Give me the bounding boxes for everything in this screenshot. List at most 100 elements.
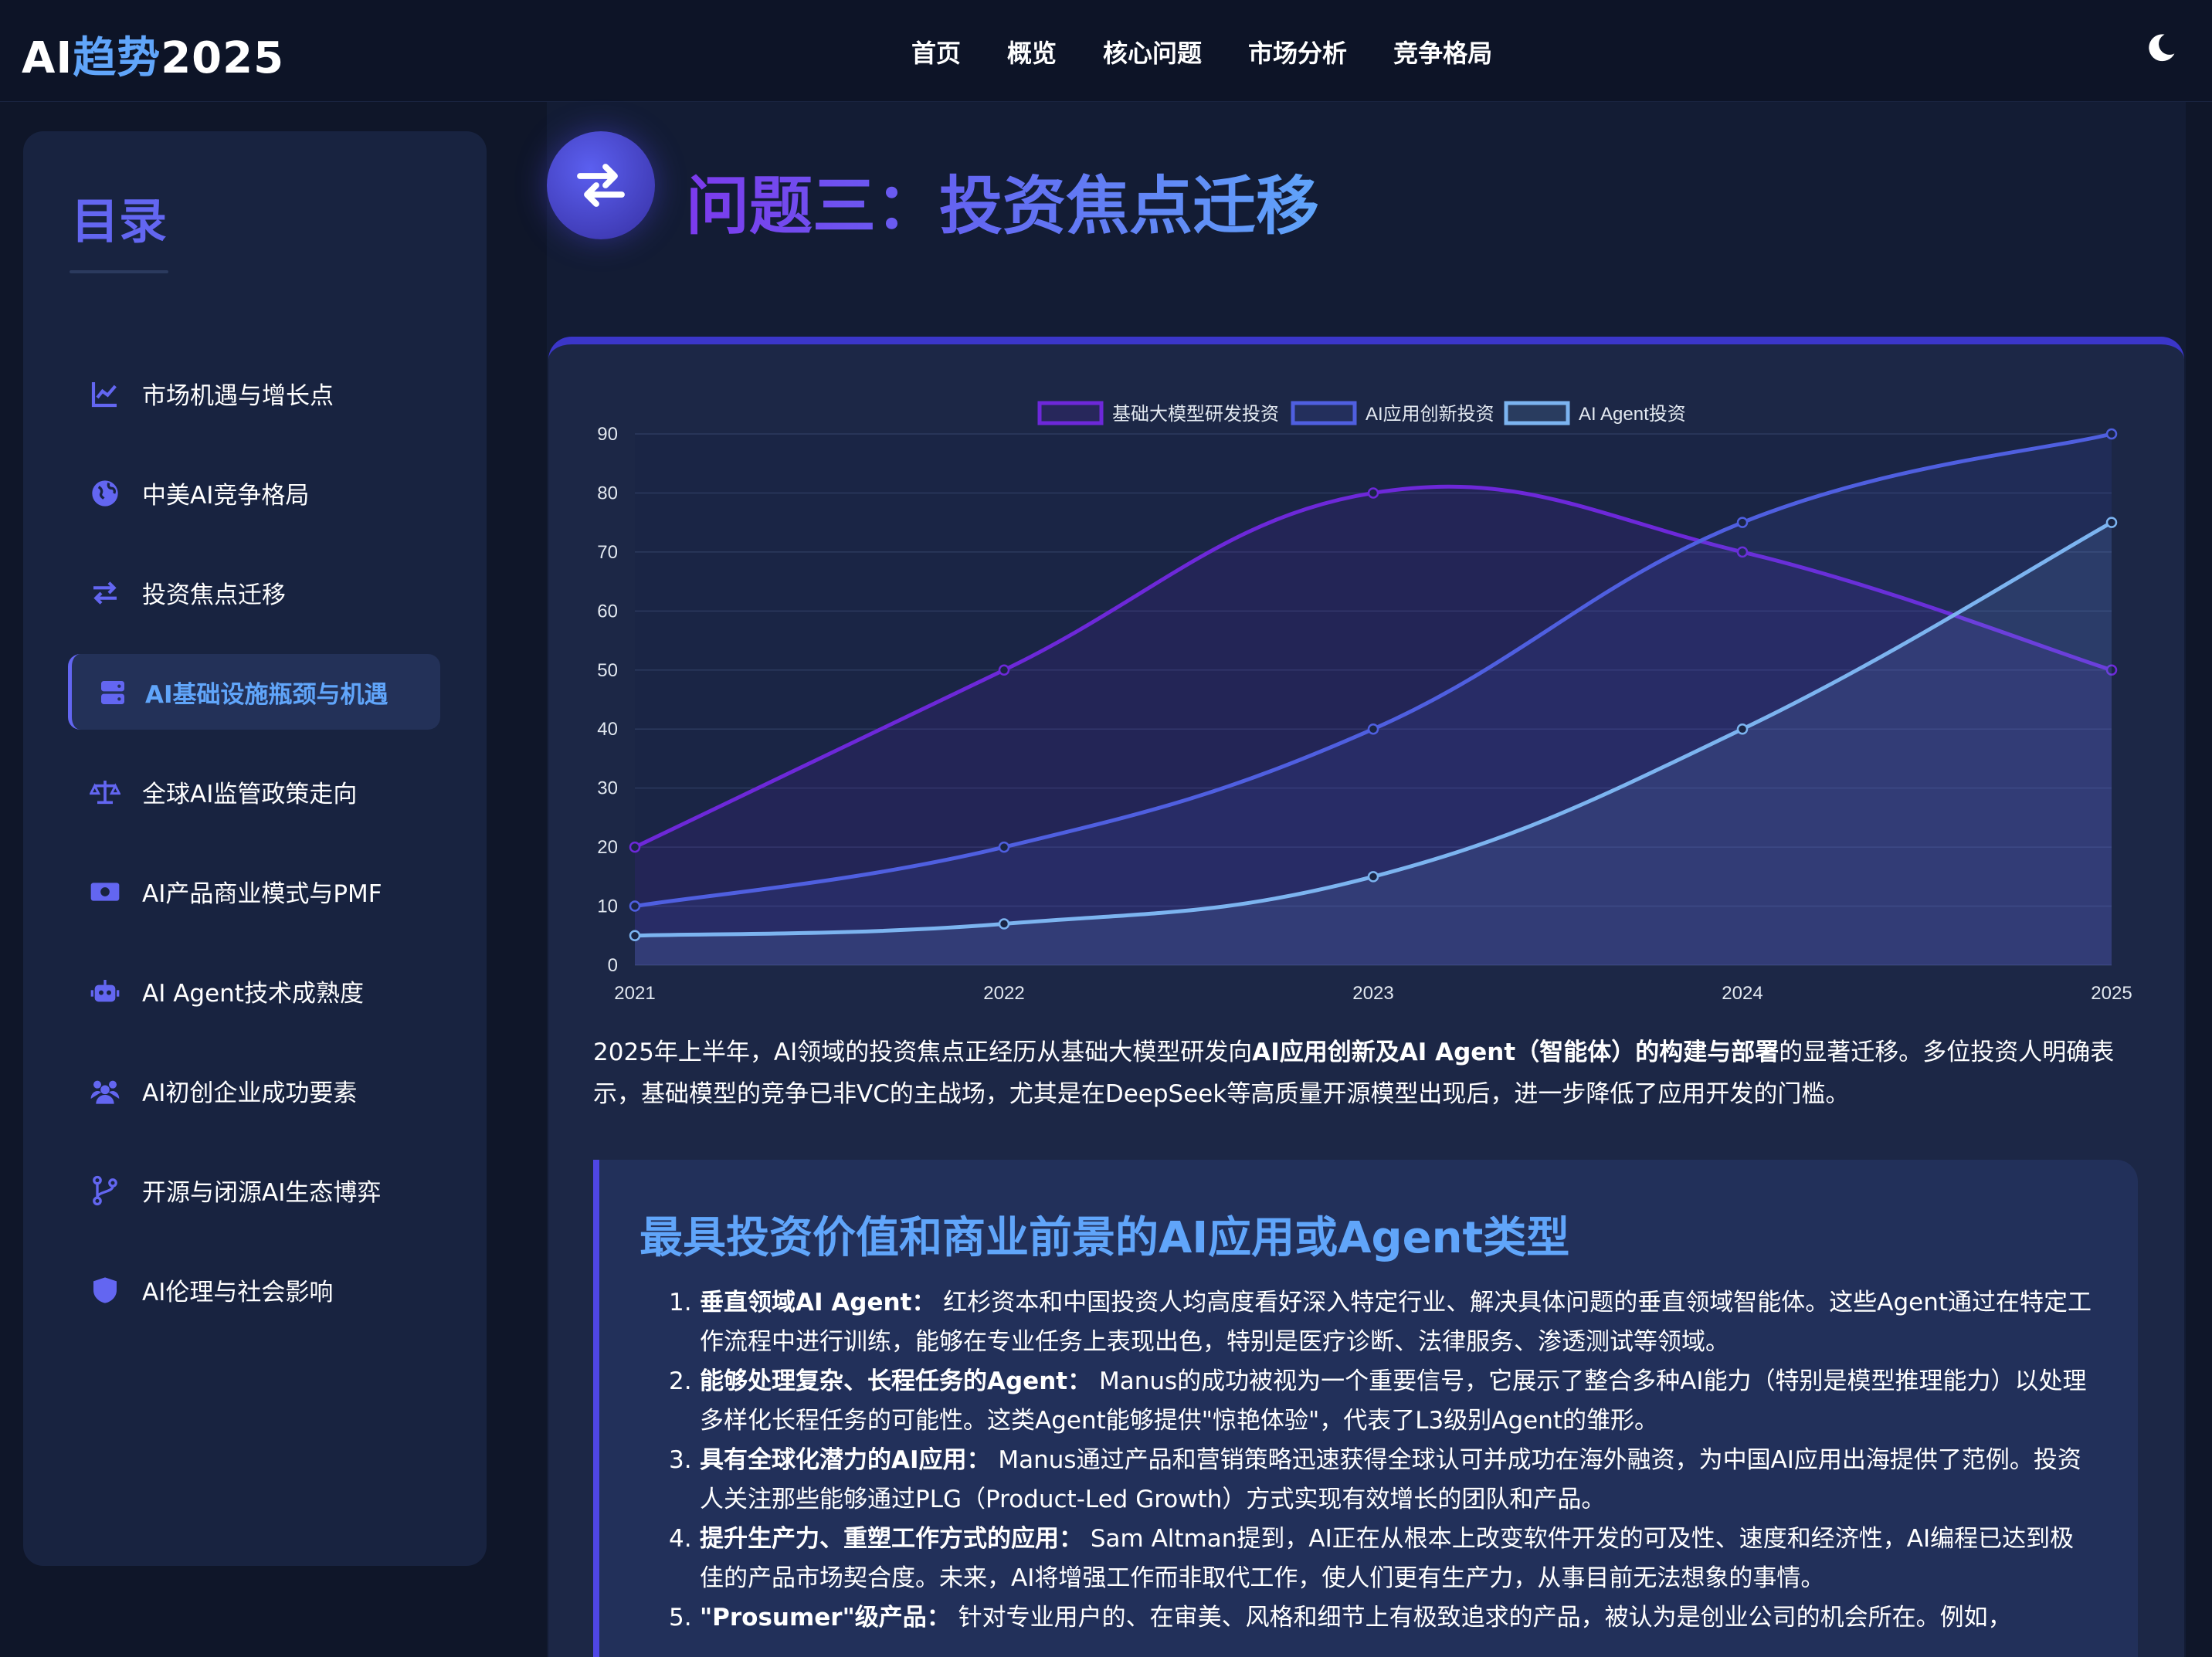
y-tick-label: 40 (597, 719, 618, 740)
y-tick-label: 60 (597, 601, 618, 622)
content-card: 0 10 20 30 40 50 60 70 80 90 2021 2022 2023 2024 2025 基… (548, 337, 2184, 1657)
exchange-icon (93, 581, 117, 605)
legend-swatch (1504, 401, 1570, 425)
moon-icon[interactable] (2144, 31, 2178, 65)
y-tick-label: 0 (608, 955, 618, 976)
intro-text-bold: AI应用创新及AI Agent（智能体）的构建与部署 (1252, 1039, 1779, 1066)
data-point (2105, 517, 2118, 528)
y-tick-label: 70 (597, 542, 618, 563)
toc-item-label: 中美AI竞争格局 (142, 481, 310, 510)
toc-item-regulation[interactable]: 全球AI监管政策走向 (68, 754, 462, 829)
x-tick-label: 2024 (1722, 983, 1762, 1004)
server-icon (101, 681, 124, 704)
globe-icon (92, 480, 118, 507)
data-point (1367, 723, 1379, 735)
data-point (629, 841, 641, 853)
toc-divider (70, 270, 168, 273)
data-point (629, 930, 641, 942)
data-point (998, 918, 1010, 930)
section-icon-badge (547, 131, 655, 239)
list-item-number: 1. (669, 1289, 692, 1316)
users-icon (90, 1080, 120, 1104)
toc-item-label: 开源与闭源AI生态博弈 (142, 1178, 382, 1207)
toc-item-open-closed[interactable]: 开源与闭源AI生态博弈 (68, 1152, 462, 1228)
list-item-number: 3. (669, 1446, 692, 1474)
toc-list: 市场机遇与增长点 中美AI竞争格局 投资焦点迁移 AI基础设施瓶颈与机遇 全球A… (68, 355, 462, 1351)
logo-prefix: AI (22, 33, 73, 83)
logo-suffix: 2025 (161, 33, 285, 83)
toc-item-us-china[interactable]: 中美AI竞争格局 (68, 455, 462, 530)
nav-core-issues[interactable]: 核心问题 (1103, 34, 1202, 69)
list-item-heading: "Prosumer"级产品： (700, 1604, 951, 1632)
investment-line-chart: 0 10 20 30 40 50 60 70 80 90 2021 2022 2023 2024 2025 基… (597, 401, 2132, 1004)
list-item: 5. "Prosumer"级产品： 针对专业用户的、在审美、风格和细节上有极致追求… (669, 1598, 2098, 1638)
code-branch-icon (93, 1175, 117, 1206)
x-tick-label: 2022 (983, 983, 1024, 1004)
nav-home[interactable]: 首页 (911, 34, 961, 69)
toc-item-label: 投资焦点迁移 (142, 581, 286, 609)
shield-icon (93, 1277, 117, 1303)
toc-item-label: 全球AI监管政策走向 (142, 780, 358, 808)
x-tick-label: 2023 (1352, 983, 1393, 1004)
nav-market-analysis[interactable]: 市场分析 (1248, 34, 1347, 69)
data-point (998, 841, 1010, 853)
toc-item-label: AI基础设施瓶颈与机遇 (145, 680, 388, 709)
x-tick-label: 2021 (614, 983, 655, 1004)
intro-text-1: 2025年上半年，AI领域的投资焦点正经历从基础大模型研发向 (593, 1039, 1253, 1066)
intro-paragraph: 2025年上半年，AI领域的投资焦点正经历从基础大模型研发向AI应用创新及AI … (593, 1032, 2138, 1115)
list-item: 2. 能够处理复杂、长程任务的Agent： Manus的成功被视为一个重要信号，它… (669, 1362, 2098, 1441)
data-point (2105, 428, 2118, 440)
toc-sidebar: 目录 市场机遇与增长点 中美AI竞争格局 投资焦点迁移 AI基础设施瓶颈与机遇 … (23, 131, 487, 1566)
legend-swatch (1037, 401, 1104, 425)
y-tick-label: 50 (597, 660, 618, 681)
logo-accent: 趋势 (73, 33, 161, 83)
list-item-heading: 具有全球化潜力的AI应用： (700, 1446, 991, 1474)
list-item: 4. 提升生产力、重塑工作方式的应用： Sam Altman提到，AI正在从根本上… (669, 1520, 2098, 1598)
y-tick-label: 80 (597, 483, 618, 503)
data-point (998, 664, 1010, 676)
callout-list: 1. 垂直领域AI Agent： 红杉资本和中国投资人均高度看好深入特定行业、解决… (669, 1283, 2098, 1638)
toc-item-label: 市场机遇与增长点 (142, 381, 334, 410)
toc-title: 目录 (71, 193, 168, 249)
main-nav: 首页 概览 核心问题 市场分析 竞争格局 (911, 34, 1539, 69)
data-point (1367, 487, 1379, 499)
y-tick-label: 20 (597, 837, 618, 858)
toc-item-label: AI产品商业模式与PMF (142, 879, 382, 908)
top-navbar: AI趋势2025 首页 概览 核心问题 市场分析 竞争格局 (0, 0, 2212, 102)
data-point (629, 900, 641, 912)
toc-item-label: AI Agent技术成熟度 (142, 979, 364, 1008)
list-item-heading: 垂直领域AI Agent： (700, 1289, 936, 1316)
toc-item-ai-infrastructure[interactable]: AI基础设施瓶颈与机遇 (68, 654, 440, 730)
y-tick-label: 90 (597, 424, 618, 445)
section-title: 问题三：投资焦点迁移 (686, 154, 1319, 246)
toc-item-business-model[interactable]: AI产品商业模式与PMF (68, 853, 462, 929)
toc-item-investment-shift[interactable]: 投资焦点迁移 (68, 554, 462, 630)
list-item-heading: 提升生产力、重塑工作方式的应用： (700, 1525, 1083, 1553)
toc-item-ethics[interactable]: AI伦理与社会影响 (68, 1252, 462, 1327)
list-item-heading: 能够处理复杂、长程任务的Agent： (700, 1367, 1092, 1395)
money-icon (90, 883, 120, 901)
toc-item-label: AI初创企业成功要素 (142, 1079, 358, 1107)
toc-item-startup-success[interactable]: AI初创企业成功要素 (68, 1052, 462, 1128)
list-item: 3. 具有全球化潜力的AI应用： Manus通过产品和营销策略迅速获得全球认可并成… (669, 1441, 2098, 1520)
list-item: 1. 垂直领域AI Agent： 红杉资本和中国投资人均高度看好深入特定行业、解决… (669, 1283, 2098, 1362)
exchange-icon (577, 164, 625, 207)
scale-icon (90, 781, 120, 805)
list-item-text: 针对专业用户的、在审美、风格和细节上有极致追求的产品，被认为是创业公司的机会所在… (950, 1604, 2012, 1632)
legend-swatch (1291, 401, 1357, 425)
data-point (1736, 517, 1749, 528)
toc-item-agent-maturity[interactable]: AI Agent技术成熟度 (68, 953, 462, 1028)
legend-label: 基础大模型研发投资 (1112, 404, 1279, 425)
list-item-number: 5. (669, 1604, 692, 1632)
y-tick-label: 10 (597, 896, 618, 917)
x-tick-label: 2025 (2091, 983, 2132, 1004)
callout-title: 最具投资价值和商业前景的AI应用或Agent类型 (640, 1213, 1570, 1263)
toc-item-label: AI伦理与社会影响 (142, 1278, 334, 1306)
y-tick-label: 30 (597, 778, 618, 799)
nav-overview[interactable]: 概览 (1007, 34, 1057, 69)
site-logo[interactable]: AI趋势2025 (22, 23, 284, 86)
data-point (1367, 871, 1379, 883)
list-item-number: 2. (669, 1367, 692, 1395)
toc-item-market-opportunity[interactable]: 市场机遇与增长点 (68, 355, 462, 431)
nav-competition[interactable]: 竞争格局 (1393, 34, 1492, 69)
